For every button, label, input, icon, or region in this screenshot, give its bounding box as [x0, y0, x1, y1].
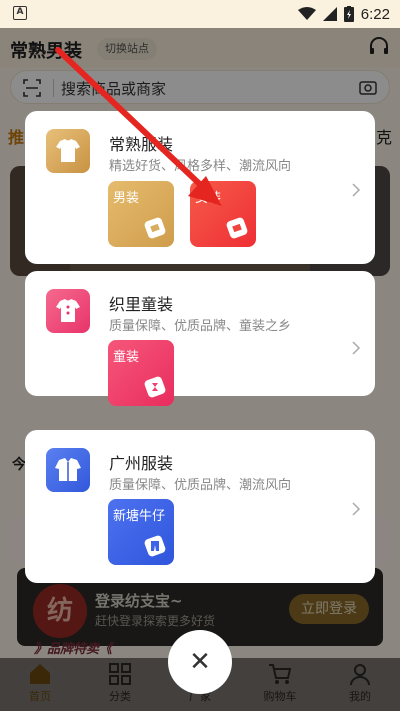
notification-badge: A [13, 6, 27, 20]
jacket-icon [46, 448, 90, 492]
chevron-right-icon[interactable] [351, 183, 361, 197]
tile-xintang-denim[interactable]: 新塘牛仔 [108, 499, 174, 565]
status-bar: A 6:22 [0, 0, 400, 28]
category-title: 常熟服装 [109, 135, 174, 154]
tag-icon [226, 217, 248, 239]
category-description: 质量保障、优质品牌、潮流风向 [109, 478, 292, 493]
jeans-icon [144, 535, 166, 557]
category-title: 广州服装 [109, 454, 174, 473]
battery-icon [343, 6, 354, 22]
category-card-zhili[interactable]: 织里童装 质量保障、优质品牌、童装之乡 童装 [25, 271, 375, 406]
chevron-right-icon[interactable] [351, 502, 361, 516]
tile-womenswear[interactable]: 女装 [190, 181, 256, 247]
close-icon: ✕ [189, 647, 211, 677]
child-icon [144, 376, 166, 398]
close-button[interactable]: ✕ [168, 630, 232, 694]
tile-label: 新塘牛仔 [113, 509, 166, 524]
clock: 6:22 [360, 5, 390, 23]
category-description: 质量保障、优质品牌、童装之乡 [109, 319, 292, 334]
tshirt-icon [46, 129, 90, 173]
tile-menswear[interactable]: 男装 [108, 181, 174, 247]
kids-shirt-icon [46, 289, 90, 333]
tile-label: 童装 [113, 350, 140, 365]
tile-label: 女装 [195, 191, 222, 206]
signal-icon [322, 7, 337, 21]
tile-label: 男装 [113, 191, 140, 206]
category-title: 织里童装 [109, 295, 174, 314]
tile-kidswear[interactable]: 童装 [108, 340, 174, 406]
wifi-icon [297, 7, 316, 20]
category-card-changshu[interactable]: 常熟服装 精选好货、风格多样、潮流风向 男装 女装 [25, 111, 375, 264]
category-description: 精选好货、风格多样、潮流风向 [109, 159, 292, 174]
tag-icon [144, 217, 166, 239]
chevron-right-icon[interactable] [351, 341, 361, 355]
category-card-guangzhou[interactable]: 广州服装 质量保障、优质品牌、潮流风向 新塘牛仔 [25, 430, 375, 583]
